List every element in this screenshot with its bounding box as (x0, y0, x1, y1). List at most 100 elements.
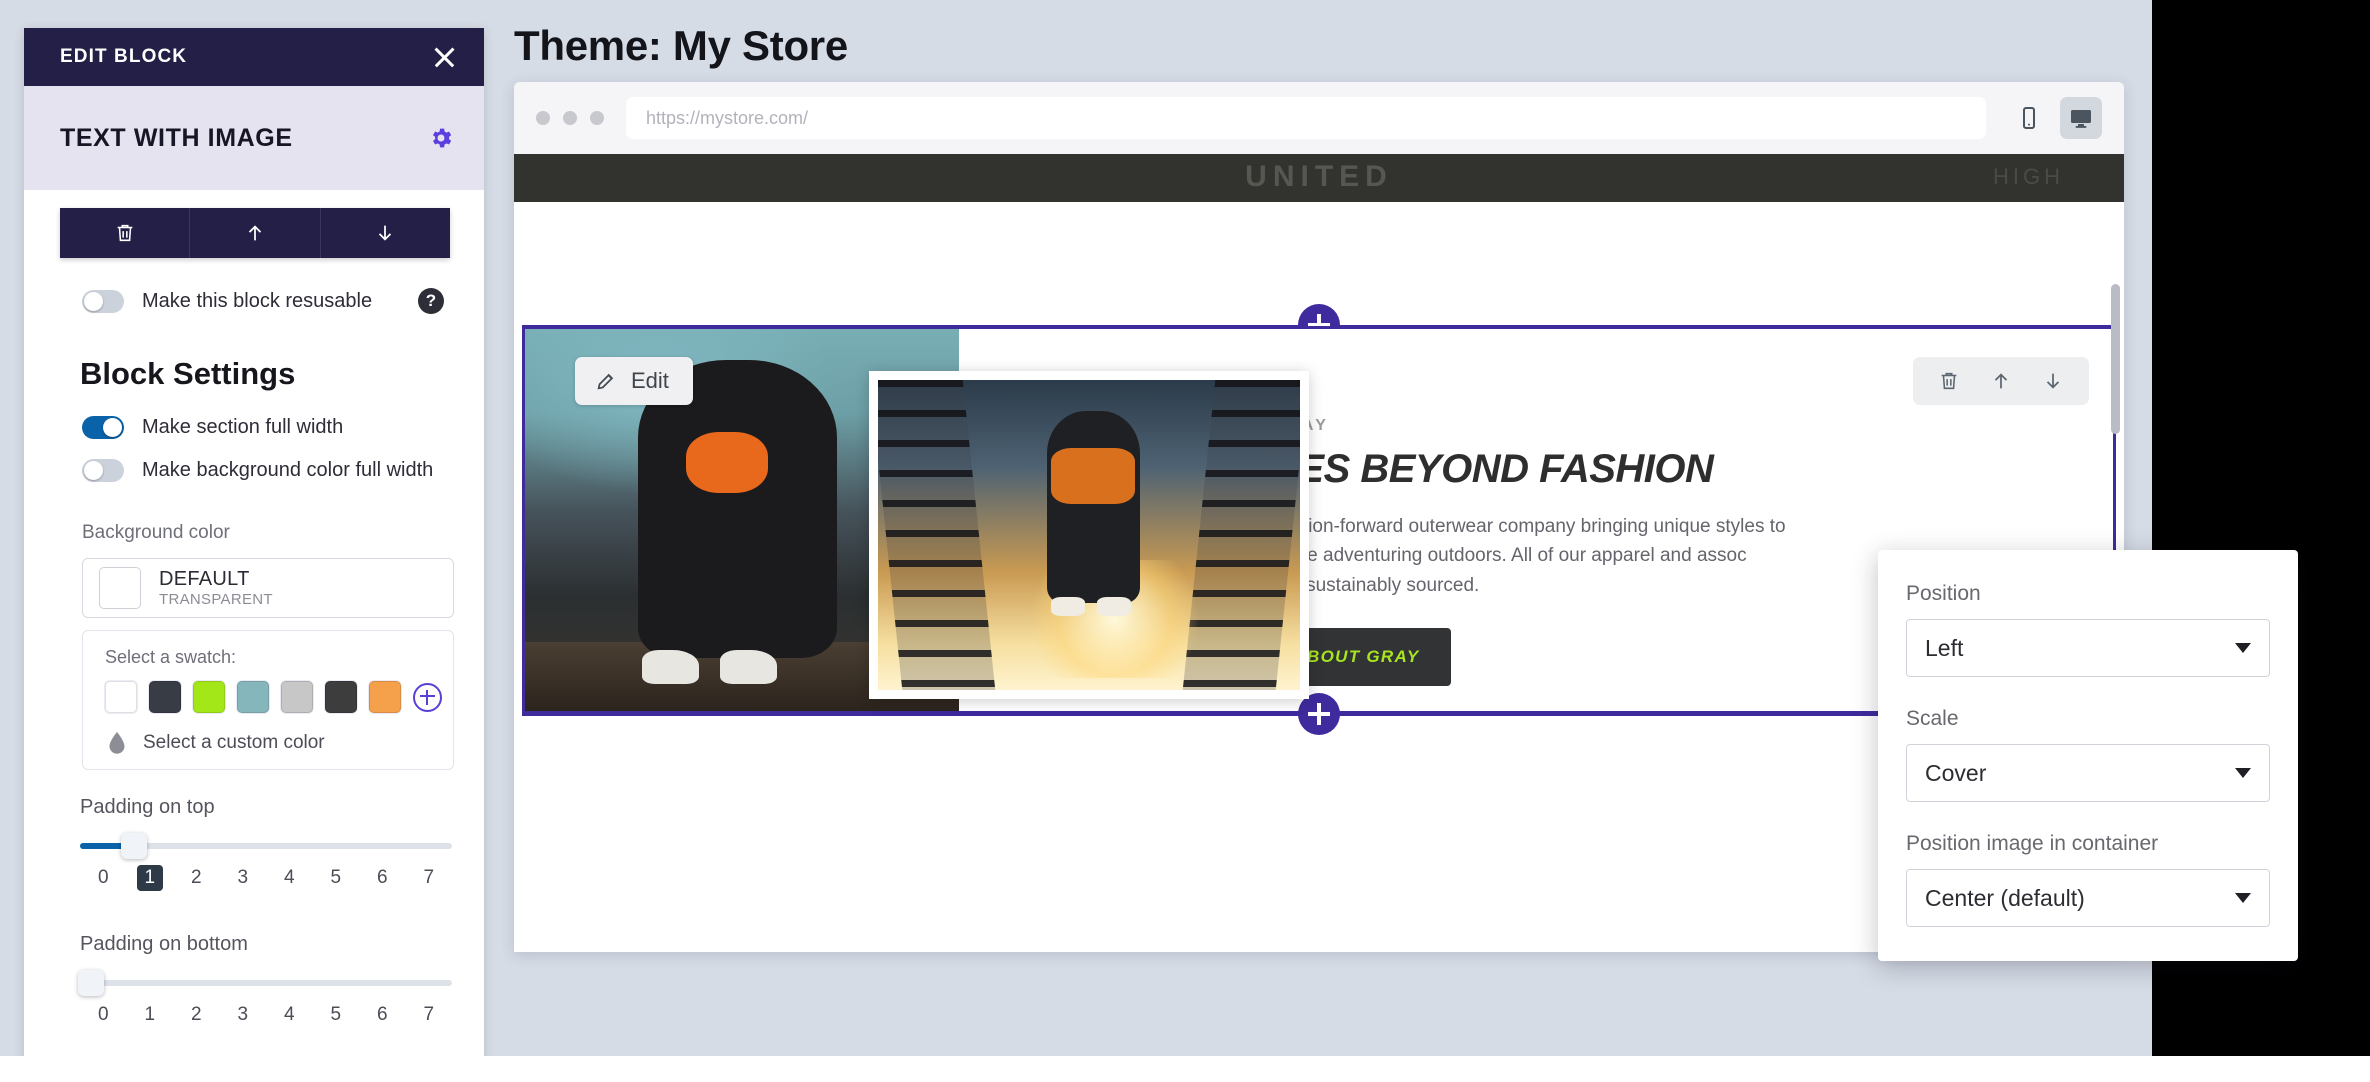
swatch-picker: Select a swatch: (82, 630, 454, 770)
edit-block-panel: EDIT BLOCK TEXT WITH IMAGE (24, 28, 484, 1068)
padding-top-ticks: 0 1 2 3 4 5 6 7 (80, 865, 452, 891)
scale-value: Cover (1925, 760, 1986, 787)
padding-bottom-tick-5[interactable]: 5 (313, 1002, 360, 1028)
select-custom-color-label: Select a custom color (143, 732, 325, 754)
padding-bottom-tick-7[interactable]: 7 (406, 1002, 453, 1028)
padding-bottom-tick-6[interactable]: 6 (359, 1002, 406, 1028)
padding-top-tick-0[interactable]: 0 (80, 865, 127, 891)
gear-icon[interactable] (428, 125, 454, 151)
url-input[interactable]: https://mystore.com/ (626, 97, 1986, 139)
padding-top-tick-7[interactable]: 7 (406, 865, 453, 891)
swatch-teal[interactable] (237, 681, 269, 713)
padding-top-tick-3[interactable]: 3 (220, 865, 267, 891)
plus-circle-icon[interactable] (413, 683, 442, 712)
desktop-icon[interactable] (2060, 97, 2102, 139)
chevron-down-icon (2235, 768, 2251, 778)
padding-bottom-tick-3[interactable]: 3 (220, 1002, 267, 1028)
current-color-name: DEFAULT (159, 568, 273, 591)
background-color-current[interactable]: DEFAULT TRANSPARENT (82, 558, 454, 618)
select-swatch-label: Select a swatch: (83, 647, 453, 668)
edit-panel-body: Make this block resusable ? Block Settin… (24, 264, 484, 1068)
padding-bottom-tick-0[interactable]: 0 (80, 1002, 127, 1028)
site-header-strip: UNITED HIGH (514, 154, 2124, 202)
make-section-full-width-toggle[interactable] (82, 416, 124, 439)
padding-bottom-tick-4[interactable]: 4 (266, 1002, 313, 1028)
preview-scrollbar[interactable] (2111, 284, 2120, 434)
image-settings-popover: Position Left Scale Cover Position image… (1878, 550, 2298, 961)
position-in-container-value: Center (default) (1925, 885, 2085, 912)
section-image-card[interactable] (869, 371, 1309, 699)
full-width-toggle-row: Make section full width (24, 416, 484, 439)
move-section-down-button[interactable] (2031, 362, 2075, 400)
current-color-value: TRANSPARENT (159, 591, 273, 608)
position-in-container-select[interactable]: Center (default) (1906, 869, 2270, 927)
swatch-dark-navy[interactable] (149, 681, 181, 713)
swatch-charcoal[interactable] (325, 681, 357, 713)
padding-bottom-slider[interactable] (80, 970, 452, 996)
padding-top-tick-4[interactable]: 4 (266, 865, 313, 891)
section-eyebrow: ABOUT GRAY (1191, 417, 2113, 435)
background-color-label: Background color (24, 522, 484, 544)
make-reusable-toggle[interactable] (82, 290, 124, 313)
close-icon[interactable] (430, 43, 458, 71)
swatch-row (83, 681, 453, 713)
padding-bottom-slider-knob[interactable] (78, 970, 104, 996)
current-color-chip (99, 567, 141, 609)
droplet-icon (107, 731, 127, 755)
chevron-down-icon (2235, 643, 2251, 653)
padding-bottom-tick-2[interactable]: 2 (173, 1002, 220, 1028)
edit-section-button[interactable]: Edit (575, 357, 693, 405)
section-headline: IT GOES BEYOND FASHION (1191, 447, 2113, 492)
padding-top-tick-2[interactable]: 2 (173, 865, 220, 891)
move-block-up-button[interactable] (190, 208, 320, 258)
padding-top-slider[interactable] (80, 833, 452, 859)
make-background-full-width-toggle[interactable] (82, 459, 124, 482)
move-section-up-button[interactable] (1979, 362, 2023, 400)
reusable-toggle-row: Make this block resusable ? (24, 288, 484, 314)
add-block-bottom-button[interactable] (1298, 693, 1340, 735)
browser-chrome: https://mystore.com/ (514, 82, 2124, 154)
help-icon[interactable]: ? (418, 288, 444, 314)
position-value: Left (1925, 635, 1963, 662)
app-root: EDIT BLOCK TEXT WITH IMAGE (0, 0, 2370, 1082)
mobile-icon[interactable] (2008, 97, 2050, 139)
padding-bottom-tick-1[interactable]: 1 (127, 1002, 174, 1028)
padding-bottom-control: Padding on bottom 0 1 2 3 4 5 6 7 (24, 933, 484, 1028)
site-header-wordmark: UNITED (1245, 160, 1393, 194)
window-dot-minimize (563, 111, 577, 125)
delete-block-button[interactable] (60, 208, 190, 258)
padding-top-label: Padding on top (24, 796, 484, 819)
swatch-white[interactable] (105, 681, 137, 713)
delete-section-button[interactable] (1927, 362, 1971, 400)
scale-label: Scale (1906, 707, 2270, 731)
swatch-orange[interactable] (369, 681, 401, 713)
bottom-backdrop (0, 1056, 2370, 1082)
position-in-container-label: Position image in container (1906, 832, 2270, 856)
edit-panel-title: EDIT BLOCK (60, 46, 187, 68)
make-background-full-width-label: Make background color full width (142, 459, 433, 482)
swatch-lime[interactable] (193, 681, 225, 713)
scale-select[interactable]: Cover (1906, 744, 2270, 802)
pencil-icon (595, 370, 617, 392)
window-dots (536, 111, 604, 125)
swatch-light-gray[interactable] (281, 681, 313, 713)
padding-top-tick-5[interactable]: 5 (313, 865, 360, 891)
padding-top-tick-1[interactable]: 1 (127, 865, 174, 891)
section-toolbar (1913, 357, 2089, 405)
padding-bottom-label: Padding on bottom (24, 933, 484, 956)
bg-full-width-toggle-row: Make background color full width (24, 459, 484, 482)
padding-top-tick-6[interactable]: 6 (359, 865, 406, 891)
block-type-label: TEXT WITH IMAGE (60, 124, 293, 153)
edit-section-label: Edit (631, 368, 669, 394)
position-select[interactable]: Left (1906, 619, 2270, 677)
select-custom-color-row[interactable]: Select a custom color (83, 731, 453, 755)
move-block-down-button[interactable] (321, 208, 450, 258)
selected-section[interactable]: ABOUT GRAY IT GOES BEYOND FASHION Gray i… (522, 326, 2116, 714)
window-dot-close (536, 111, 550, 125)
block-actions-toolbar (60, 208, 450, 258)
make-reusable-label: Make this block resusable (142, 290, 372, 313)
make-section-full-width-label: Make section full width (142, 416, 343, 439)
padding-top-control: Padding on top 0 1 2 3 4 5 6 7 (24, 796, 484, 891)
padding-top-slider-knob[interactable] (121, 833, 147, 859)
page-title: Theme: My Store (514, 22, 848, 70)
